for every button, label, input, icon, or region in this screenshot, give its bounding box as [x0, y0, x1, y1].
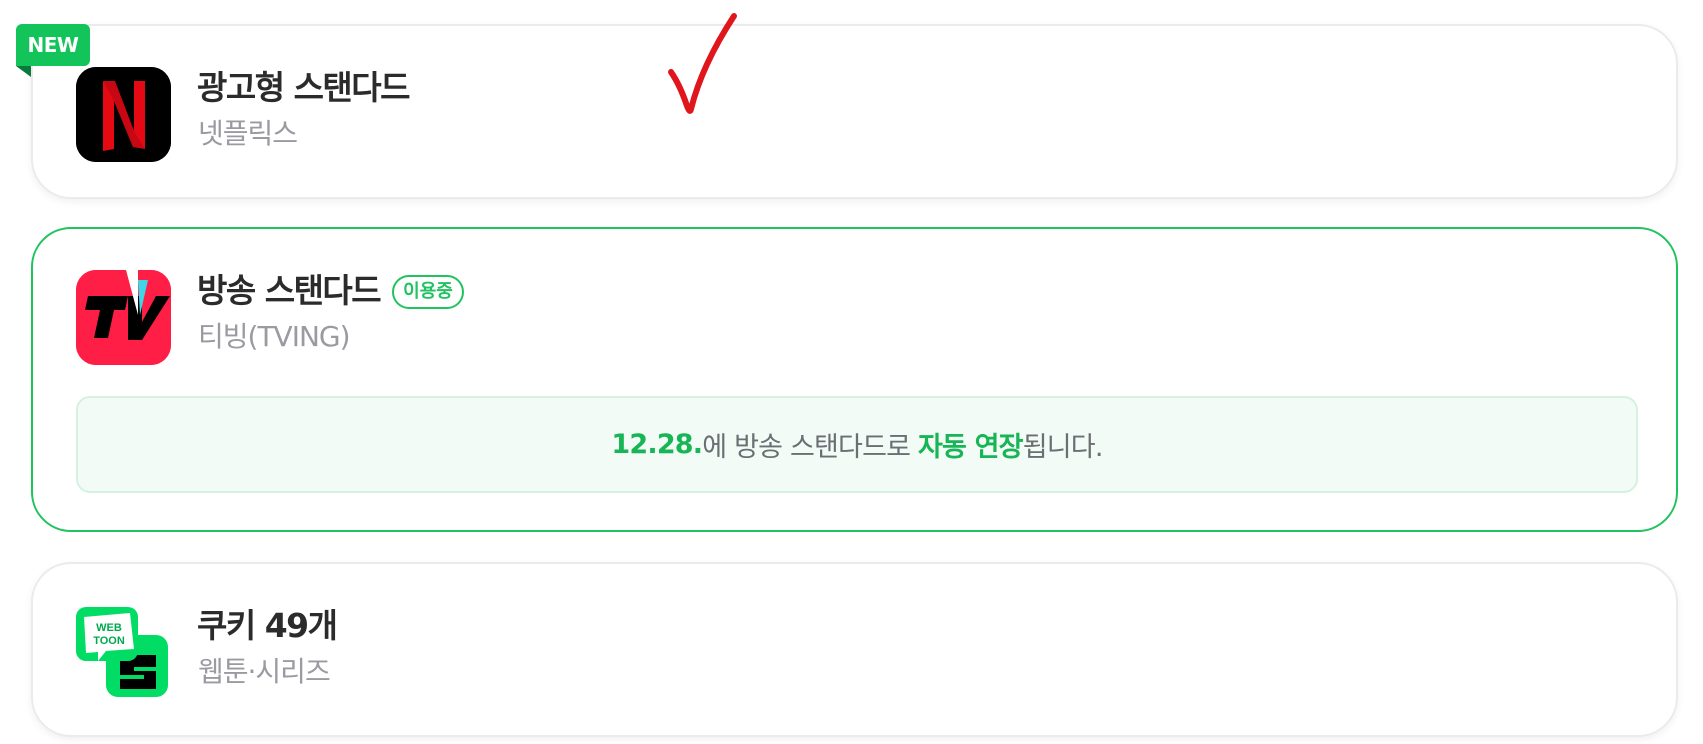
- service-name: 티빙(TVING): [198, 320, 351, 353]
- plan-title: 쿠키 49개: [197, 606, 338, 645]
- notice-end: 됩니다.: [1022, 432, 1104, 463]
- plan-title: 광고형 스탠다드: [197, 68, 411, 107]
- renew-date: 12.28.: [611, 429, 703, 460]
- new-tag: NEW: [16, 24, 90, 66]
- card-title-row: 광고형 스탠다드: [197, 66, 411, 110]
- auto-renew-label: 자동 연장: [917, 432, 1024, 463]
- card-title-row: 방송 스탠다드 이용중: [197, 269, 464, 313]
- card-title-row: 쿠키 49개: [197, 604, 338, 648]
- plan-title: 방송 스탠다드: [197, 271, 382, 310]
- subscription-card-netflix[interactable]: 광고형 스탠다드 넷플릭스: [31, 24, 1678, 199]
- new-tag-fold: [16, 66, 31, 77]
- auto-renew-notice: 12.28. 에 방송 스탠다드로 자동 연장 됩니다.: [76, 396, 1638, 493]
- red-checkmark-icon: [668, 13, 737, 114]
- notice-text: 에 방송 스탠다드로: [702, 432, 918, 463]
- webtoon-logo-text-1: WEB: [96, 622, 122, 634]
- status-badge: 이용중: [392, 275, 464, 309]
- service-name: 넷플릭스: [198, 117, 298, 150]
- netflix-logo-icon: [76, 67, 171, 162]
- webtoon-logo-text-2: TOON: [93, 635, 125, 647]
- tving-logo-icon: [76, 270, 171, 365]
- subscription-card-webtoon[interactable]: WEB TOON 쿠키 49개 웹툰·시리즈: [31, 562, 1678, 737]
- page: NEW 광고형 스탠다드 넷플릭스 방송 스탠다드 이용중 티빙(TVING) …: [0, 0, 1703, 744]
- service-name: 웹툰·시리즈: [198, 655, 331, 688]
- webtoon-series-logo-icon: WEB TOON: [76, 605, 171, 700]
- subscription-card-tving[interactable]: 방송 스탠다드 이용중 티빙(TVING) 12.28. 에 방송 스탠다드로 자…: [31, 227, 1678, 532]
